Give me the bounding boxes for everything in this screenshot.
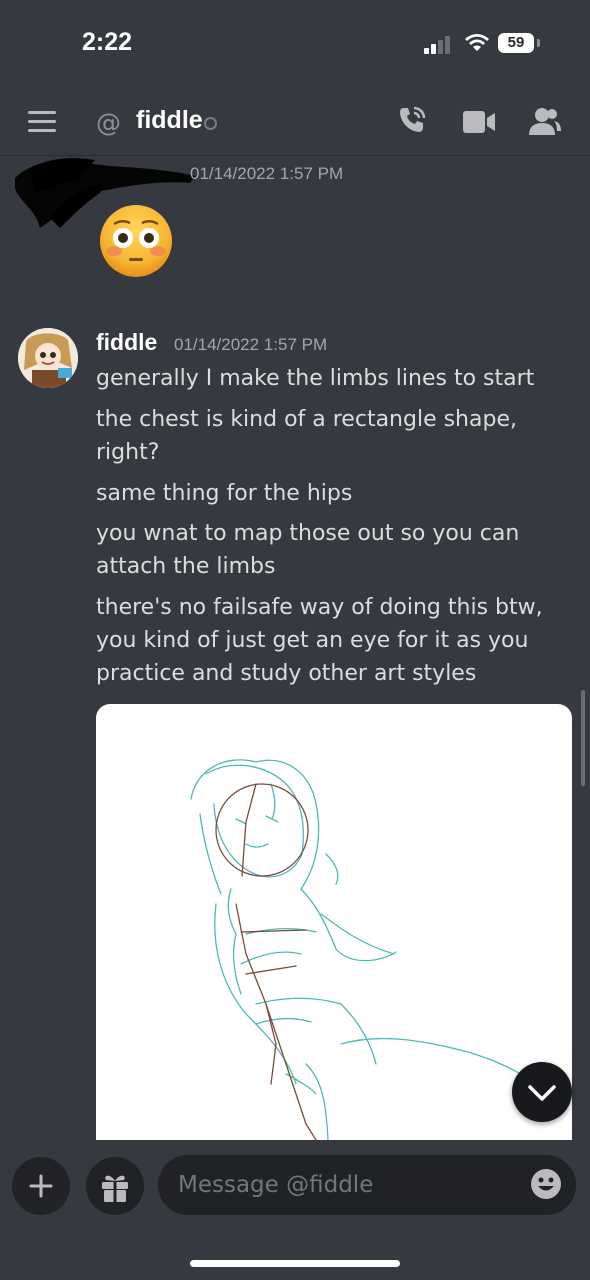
menu-icon[interactable] bbox=[28, 111, 56, 133]
at-icon: @ bbox=[96, 108, 121, 137]
message-line: same thing for the hips bbox=[96, 481, 353, 506]
members-icon[interactable] bbox=[528, 106, 562, 136]
message-line: generally I make the limbs lines to star… bbox=[96, 366, 535, 391]
plus-icon bbox=[29, 1174, 53, 1198]
voice-call-icon[interactable] bbox=[396, 104, 428, 136]
channel-name[interactable]: fiddle bbox=[136, 106, 203, 135]
message-timestamp: 01/14/2022 1:57 PM bbox=[190, 164, 344, 183]
message-input[interactable] bbox=[158, 1155, 576, 1215]
avatar[interactable] bbox=[18, 328, 78, 388]
message-line: the chest is kind of a rectangle shape, … bbox=[96, 407, 517, 465]
message-line: there's no failsafe way of doing this bt… bbox=[96, 595, 543, 686]
video-call-icon[interactable] bbox=[462, 110, 496, 134]
message-line: you wnat to map those out so you can att… bbox=[96, 521, 520, 579]
flushed-face-emoji bbox=[100, 205, 172, 277]
offline-status-icon bbox=[204, 117, 217, 130]
status-time: 2:22 bbox=[82, 28, 133, 56]
emoji-picker-icon[interactable] bbox=[530, 1168, 562, 1200]
jump-to-present-button[interactable] bbox=[512, 1062, 572, 1122]
gift-button[interactable] bbox=[86, 1157, 144, 1215]
gift-icon bbox=[102, 1175, 128, 1202]
chevron-down-icon bbox=[528, 1085, 556, 1101]
scrollbar[interactable] bbox=[581, 690, 585, 786]
cellular-signal-icon bbox=[424, 34, 454, 54]
image-attachment[interactable] bbox=[96, 704, 572, 1140]
wifi-icon bbox=[465, 34, 489, 51]
battery-level: 59 bbox=[498, 33, 534, 53]
home-indicator[interactable] bbox=[190, 1260, 400, 1267]
attach-button[interactable] bbox=[12, 1157, 70, 1215]
sketch-drawing bbox=[190, 759, 537, 1140]
top-bar: 2:22 59 @ fiddle bbox=[0, 0, 590, 156]
message-timestamp: 01/14/2022 1:57 PM bbox=[174, 335, 328, 354]
battery-tip bbox=[537, 39, 540, 47]
message-author[interactable]: fiddle bbox=[96, 329, 157, 356]
